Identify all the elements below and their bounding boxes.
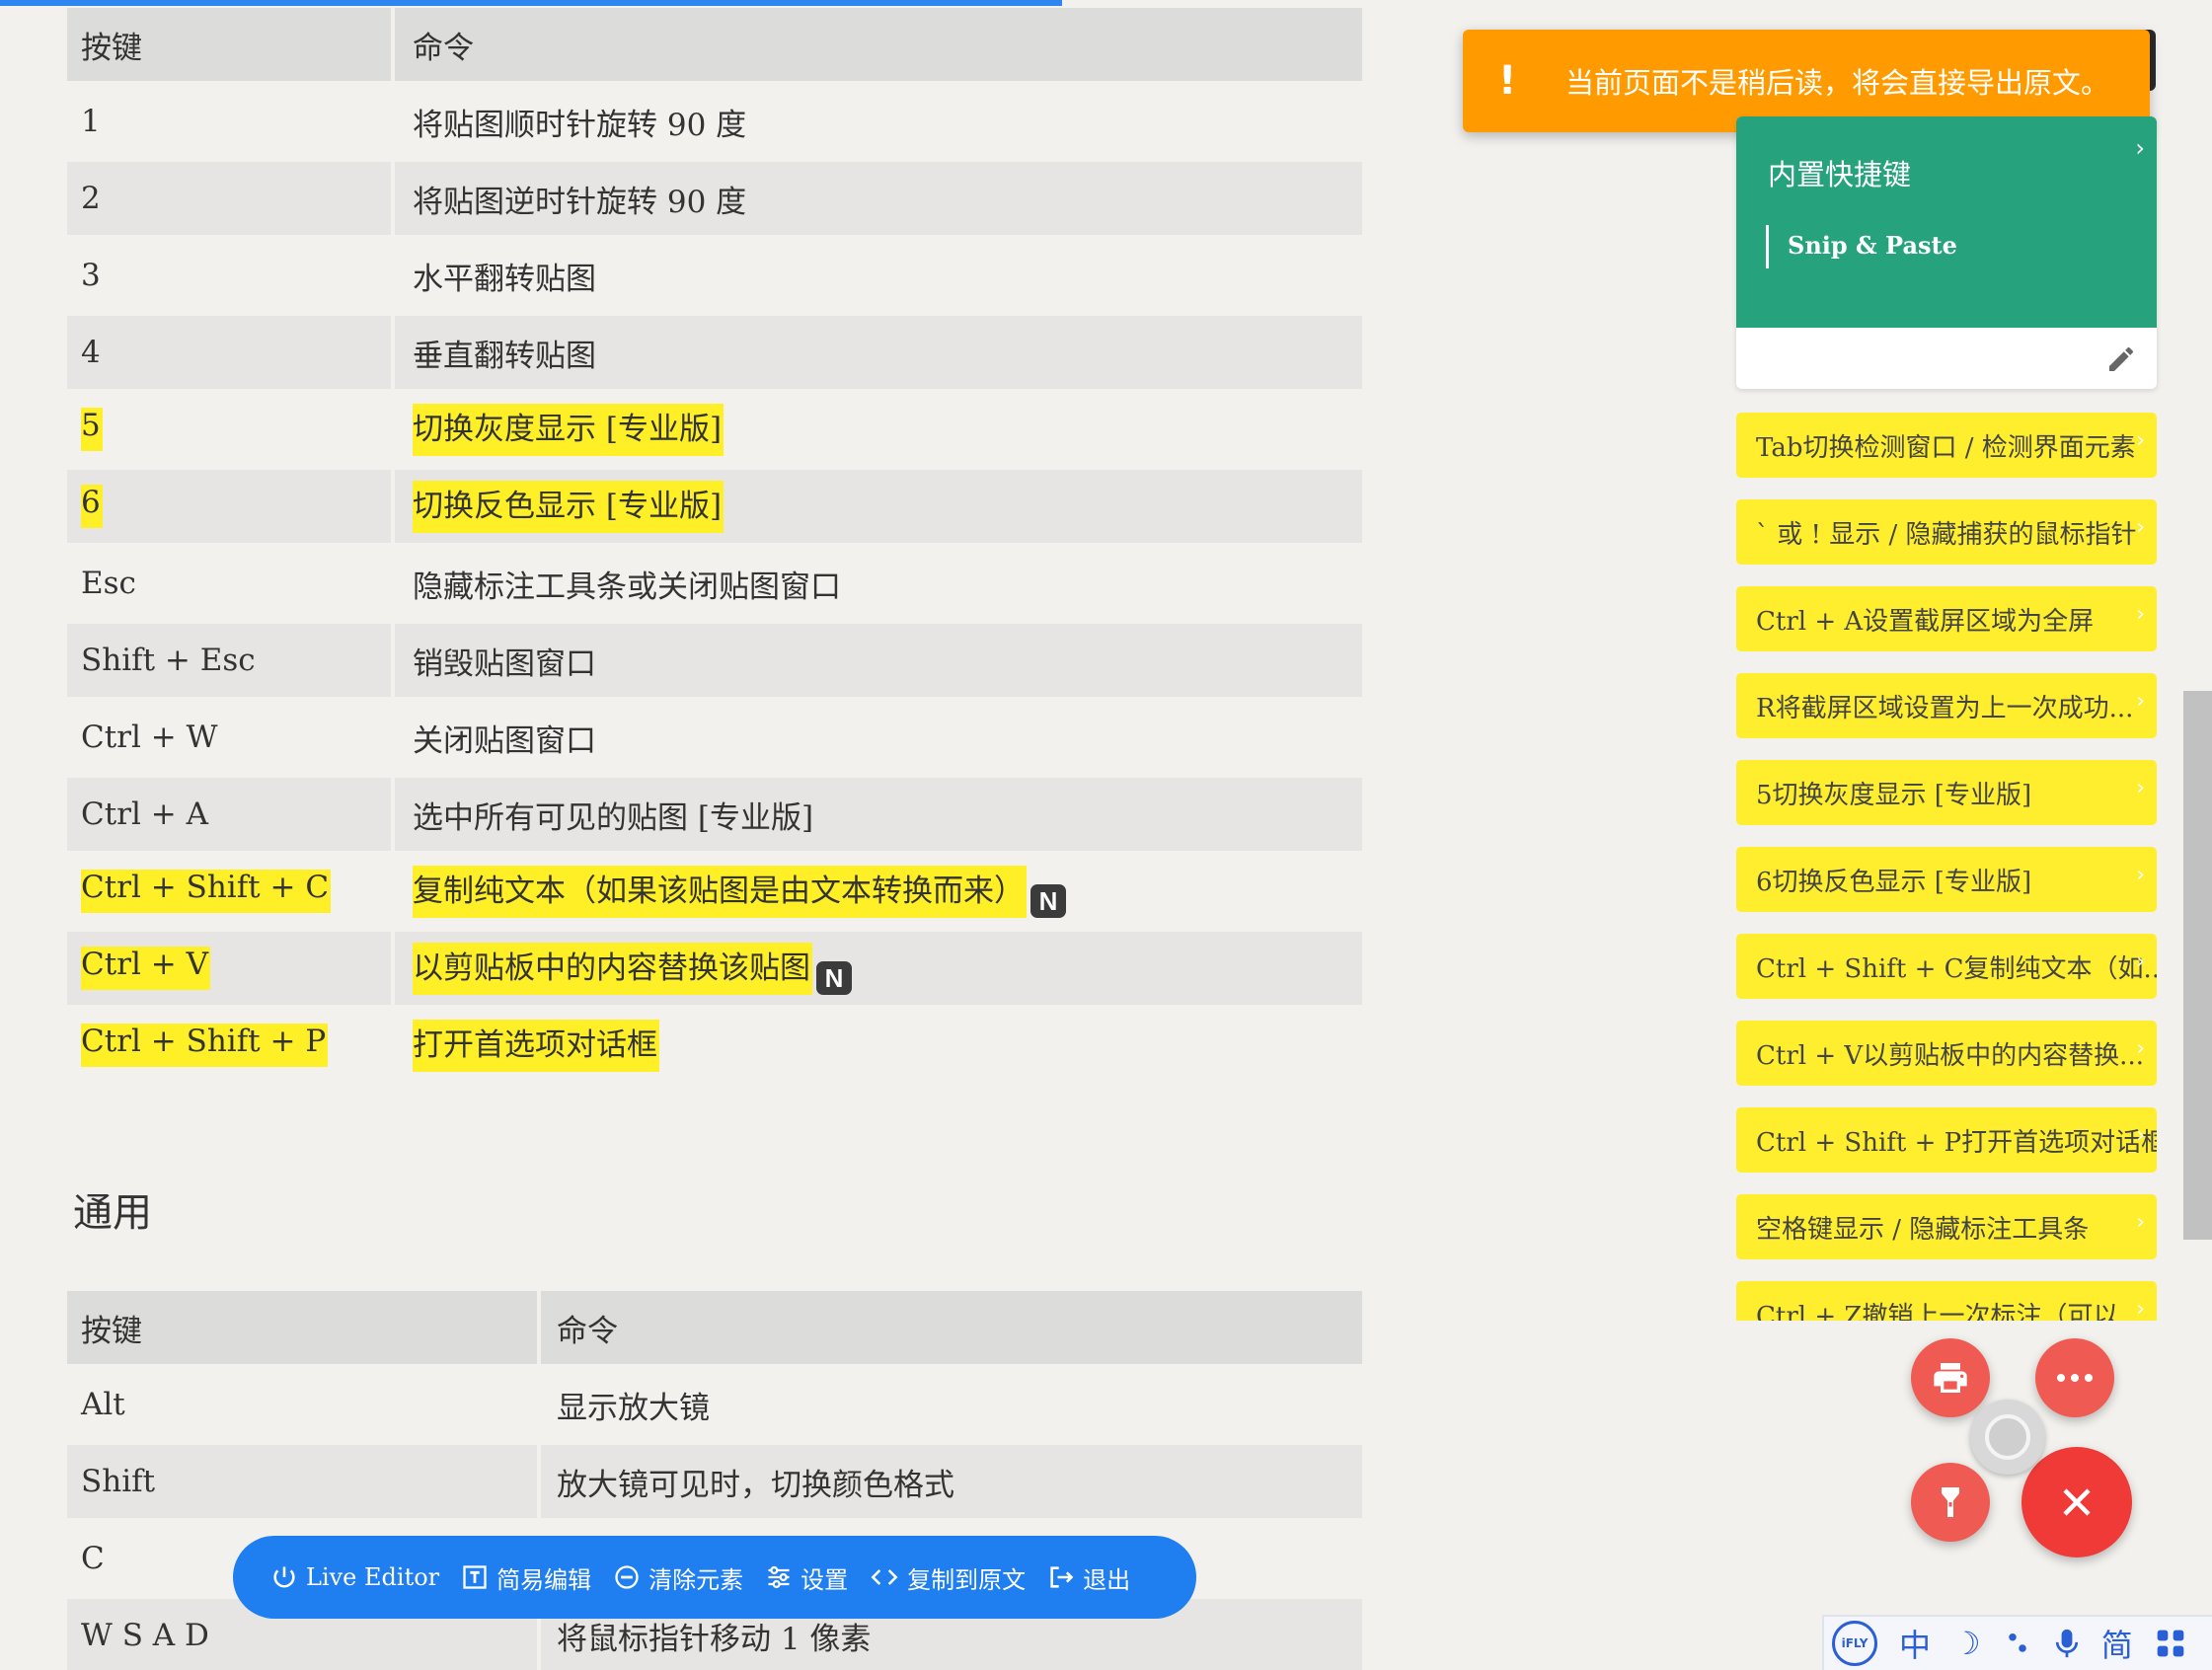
chevron-right-icon: › [2136,949,2145,974]
highlight-item-text: 6切换反色显示 [专业版] [1756,867,2032,897]
highlight-item[interactable]: ` 或 ! 显示 / 隐藏捕获的鼠标指针 › [1736,499,2157,565]
highlight-item[interactable]: 5切换灰度显示 [专业版] › [1736,760,2157,825]
simple-edit-button[interactable]: 简易编辑 [461,1560,591,1595]
settings-button[interactable]: 设置 [765,1560,848,1595]
highlight-button[interactable] [1911,1463,1990,1542]
chevron-right-icon: › [2136,1210,2145,1235]
ifly-logo[interactable]: iFLY [1832,1621,1877,1666]
fab-menu-toggle[interactable] [1970,1400,2045,1475]
highlight-item-text: ` 或 ! 显示 / 隐藏捕获的鼠标指针 [1756,519,2137,550]
chevron-right-icon: › [2136,428,2145,453]
ime-simplified-toggle[interactable]: 简 [2101,1621,2133,1666]
flashlight-icon [1942,1487,1959,1517]
grid-menu-icon[interactable] [2155,1628,2186,1659]
text-box-icon [463,1565,487,1589]
exit-button[interactable]: 退出 [1047,1560,1130,1595]
sliders-icon [768,1565,790,1589]
printer-icon [1934,1363,1967,1393]
highlight-item-text: Ctrl + Shift + P打开首选项对话框 [1756,1127,2157,1158]
shortcut-key-cell: Shift [67,1445,537,1518]
highlight-item-text: Ctrl + A设置截屏区域为全屏 [1756,606,2095,637]
chevron-right-icon: › [2136,689,2145,714]
circle-icon [1985,1414,2030,1460]
minus-circle-icon [615,1565,639,1589]
moon-icon[interactable]: ☽ [1952,1625,1981,1662]
shortcut-key-text: W S A D [81,1618,209,1653]
shortcut-command-cell: 放大镜可见时，切换颜色格式 [541,1445,1362,1518]
ime-language-toggle[interactable]: 中 [1899,1621,1931,1666]
highlight-item[interactable]: 6切换反色显示 [专业版] › [1736,847,2157,912]
print-button[interactable] [1911,1338,1990,1417]
highlight-item-text: Ctrl + Z撤销上一次标注（可以... [1756,1301,2144,1322]
highlight-item-text: 5切换灰度显示 [专业版] [1756,780,2032,810]
live-editor-label: Live Editor [306,1563,440,1591]
punctuation-icon[interactable] [2003,1629,2032,1658]
chevron-right-icon: › [2136,1297,2145,1321]
chevron-right-icon: › [2136,515,2145,540]
clear-elements-label: 清除元素 [648,1565,744,1594]
shortcut-key-cell: Alt [67,1368,537,1441]
highlight-item[interactable]: Ctrl + Shift + C复制纯文本（如... › [1736,934,2157,999]
scrollbar-thumb[interactable] [2183,691,2212,1240]
highlight-item[interactable]: 空格键显示 / 隐藏标注工具条 › [1736,1194,2157,1259]
power-icon [273,1566,295,1588]
logout-icon [1050,1566,1074,1588]
ime-toolbar: iFLY 中 ☽ 简 [1822,1615,2212,1670]
shortcut-command-text: 将鼠标指针移动 1 像素 [557,1621,872,1657]
microphone-icon[interactable] [2054,1627,2080,1660]
more-dots-icon [2057,1374,2093,1382]
chevron-right-icon: › [2136,602,2145,627]
highlight-item[interactable]: Tab切换检测窗口 / 检测界面元素 › [1736,413,2157,478]
highlight-item-text: Ctrl + V以剪贴板中的内容替换... [1756,1040,2144,1071]
close-button[interactable] [2021,1447,2132,1557]
highlight-item-text: 空格键显示 / 隐藏标注工具条 [1756,1214,2090,1245]
clear-elements-button[interactable]: 清除元素 [613,1560,743,1595]
chevron-right-icon: › [2136,1123,2145,1148]
shortcut-key-text: C [81,1541,105,1576]
chevron-right-icon: › [2136,1036,2145,1061]
shortcut-command-text: 显示放大镜 [557,1390,710,1426]
shortcut-key-text: Alt [81,1387,125,1422]
highlight-item-text: Ctrl + Shift + C复制纯文本（如... [1756,953,2157,984]
highlight-item[interactable]: Ctrl + A设置截屏区域为全屏 › [1736,586,2157,651]
chevron-right-icon: › [2136,776,2145,800]
highlight-item-text: Tab切换检测窗口 / 检测界面元素 [1756,432,2136,463]
table-row: Shift 放大镜可见时，切换颜色格式 [67,1445,1362,1518]
live-editor-button[interactable]: Live Editor [270,1563,439,1591]
exit-label: 退出 [1083,1565,1131,1594]
highlight-item[interactable]: Ctrl + V以剪贴板中的内容替换... › [1736,1021,2157,1086]
highlight-item[interactable]: Ctrl + Shift + P打开首选项对话框 › [1736,1107,2157,1173]
simple-edit-label: 简易编辑 [496,1565,592,1594]
bottom-toolbar: Live Editor 简易编辑 清除元素 设置 复制到原文 退出 [233,1536,1196,1619]
shortcut-command-cell: 显示放大镜 [541,1368,1362,1441]
shortcut-key-text: Shift [81,1464,156,1499]
highlight-item[interactable]: R将截屏区域设置为上一次成功... › [1736,673,2157,738]
code-icon [871,1569,898,1585]
chevron-right-icon: › [2136,863,2145,887]
highlight-item-text: R将截屏区域设置为上一次成功... [1756,693,2134,723]
table-row: Alt 显示放大镜 [67,1368,1362,1441]
close-icon [2063,1488,2091,1516]
highlights-list: Tab切换检测窗口 / 检测界面元素 › ` 或 ! 显示 / 隐藏捕获的鼠标指针 ›… [0,0,2212,1321]
settings-label: 设置 [801,1565,849,1594]
highlight-item[interactable]: Ctrl + Z撤销上一次标注（可以... › [1736,1281,2157,1321]
copy-to-source-label: 复制到原文 [907,1565,1027,1594]
copy-to-source-button[interactable]: 复制到原文 [870,1560,1026,1595]
more-button[interactable] [2035,1338,2114,1417]
shortcut-command-text: 放大镜可见时，切换颜色格式 [557,1467,954,1503]
